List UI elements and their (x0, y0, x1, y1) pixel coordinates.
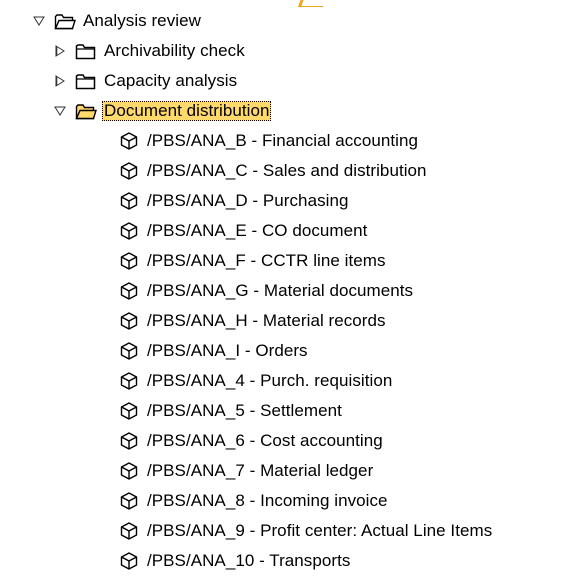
tree-leaf-label: /PBS/ANA_10 - Transports (147, 551, 351, 570)
tree-node-document-distribution[interactable]: Document distribution (0, 96, 568, 126)
cube-object-icon (119, 131, 139, 151)
cube-object-icon (119, 431, 139, 451)
tree-leaf-item[interactable]: /PBS/ANA_F - CCTR line items (0, 246, 568, 276)
cube-object-icon (119, 461, 139, 481)
cube-object-icon (119, 371, 139, 391)
cube-object-icon (119, 191, 139, 211)
tree-node-analysis-review[interactable]: Analysis review (0, 6, 568, 36)
cube-object-icon (119, 521, 139, 541)
tree-leaf-label: /PBS/ANA_E - CO document (147, 221, 368, 240)
cube-object-icon (119, 401, 139, 421)
tree-leaf-label: /PBS/ANA_H - Material records (147, 311, 386, 330)
tree-node-label: Archivability check (104, 41, 245, 60)
tree-leaf-item[interactable]: /PBS/ANA_5 - Settlement (0, 396, 568, 426)
tree-leaf-label: /PBS/ANA_B - Financial accounting (147, 131, 418, 150)
tree-leaf-item[interactable]: /PBS/ANA_B - Financial accounting (0, 126, 568, 156)
tree-leaf-item[interactable]: /PBS/ANA_C - Sales and distribution (0, 156, 568, 186)
tree-leaf-label: /PBS/ANA_C - Sales and distribution (147, 161, 427, 180)
tree-leaf-item[interactable]: /PBS/ANA_7 - Material ledger (0, 456, 568, 486)
tree-panel: Analysis review Archivability check Capa… (0, 0, 568, 575)
cube-object-icon (119, 491, 139, 511)
folder-closed-icon (75, 72, 97, 90)
tree-leaf-label: /PBS/ANA_7 - Material ledger (147, 461, 374, 480)
cube-object-icon (119, 281, 139, 301)
tree-leaf-item[interactable]: /PBS/ANA_G - Material documents (0, 276, 568, 306)
cube-object-icon (119, 311, 139, 331)
tree-leaf-item[interactable]: /PBS/ANA_I - Orders (0, 336, 568, 366)
tree-leaf-item[interactable]: /PBS/ANA_4 - Purch. requisition (0, 366, 568, 396)
tree-leaf-label: /PBS/ANA_F - CCTR line items (147, 251, 386, 270)
tree-leaf-label: /PBS/ANA_9 - Profit center: Actual Line … (147, 521, 493, 540)
tree-leaf-item[interactable]: /PBS/ANA_6 - Cost accounting (0, 426, 568, 456)
tree-node-label-selected: Document distribution (102, 101, 272, 121)
triangle-down-icon[interactable] (53, 104, 67, 118)
folder-closed-icon (75, 42, 97, 60)
tree-leaf-label: /PBS/ANA_I - Orders (147, 341, 308, 360)
analysis-tree: Analysis review Archivability check Capa… (0, 6, 568, 576)
cube-object-icon (119, 161, 139, 181)
tree-node-archivability-check[interactable]: Archivability check (0, 36, 568, 66)
cube-object-icon (119, 551, 139, 571)
cube-object-icon (119, 251, 139, 271)
tree-leaf-label: /PBS/ANA_6 - Cost accounting (147, 431, 383, 450)
triangle-down-icon[interactable] (32, 14, 46, 28)
tree-leaf-label: /PBS/ANA_4 - Purch. requisition (147, 371, 393, 390)
tree-leaf-label: /PBS/ANA_8 - Incoming invoice (147, 491, 388, 510)
tree-node-label: Analysis review (83, 11, 201, 30)
cube-object-icon (119, 341, 139, 361)
tree-leaf-item[interactable]: /PBS/ANA_H - Material records (0, 306, 568, 336)
tree-leaf-item[interactable]: /PBS/ANA_9 - Profit center: Actual Line … (0, 516, 568, 546)
tree-leaf-item[interactable]: /PBS/ANA_E - CO document (0, 216, 568, 246)
tree-leaf-label: /PBS/ANA_G - Material documents (147, 281, 414, 300)
tree-leaf-item[interactable]: /PBS/ANA_10 - Transports (0, 546, 568, 576)
tree-node-capacity-analysis[interactable]: Capacity analysis (0, 66, 568, 96)
tree-leaf-label: /PBS/ANA_D - Purchasing (147, 191, 349, 210)
tree-leaf-item[interactable]: /PBS/ANA_8 - Incoming invoice (0, 486, 568, 516)
triangle-right-icon[interactable] (53, 44, 67, 58)
tree-node-label: Capacity analysis (104, 71, 238, 90)
folder-open-icon (54, 12, 76, 30)
triangle-right-icon[interactable] (53, 74, 67, 88)
tree-leaf-label: /PBS/ANA_5 - Settlement (147, 401, 342, 420)
tree-leaf-item[interactable]: /PBS/ANA_D - Purchasing (0, 186, 568, 216)
folder-open-icon (75, 102, 97, 120)
cube-object-icon (119, 221, 139, 241)
